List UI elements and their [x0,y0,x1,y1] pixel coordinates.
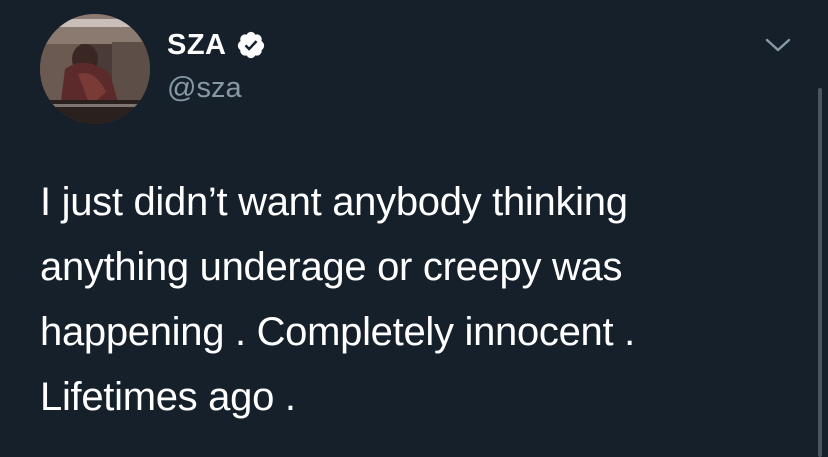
tweet-text-line: anything underage or creepy was [40,245,623,289]
author-handle[interactable]: @sza [167,70,242,106]
chevron-down-icon[interactable] [764,34,792,56]
avatar[interactable] [40,14,150,124]
author-display-name[interactable]: SZA [167,27,227,63]
scrollbar[interactable] [818,88,822,457]
tweet-text: I just didn’t want anybody thinking anyt… [40,170,780,430]
profile-photo-icon [40,14,150,124]
tweet-text-line: I just didn’t want anybody thinking [40,180,628,224]
tweet-card: SZA @sza I just didn’t want anybody thin… [0,0,828,457]
tweet-text-line: happening . Completely innocent . [40,310,635,354]
tweet-text-line: Lifetimes ago . [40,375,296,419]
verified-badge-icon [237,31,265,59]
